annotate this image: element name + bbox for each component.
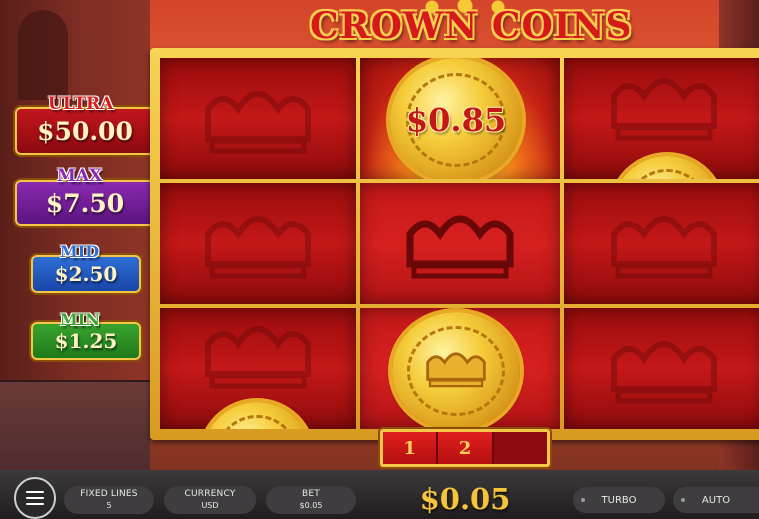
jackpot-ultra-label: ULTRA bbox=[48, 94, 114, 114]
fixed-lines-display: FIXED LINES 5 bbox=[64, 486, 154, 514]
jackpot-min-value: $1.25 bbox=[54, 329, 118, 353]
line-indicator-3 bbox=[491, 432, 547, 464]
game-title: CROWN COINS bbox=[310, 5, 633, 47]
turbo-label: TURBO bbox=[601, 494, 637, 506]
reel-cell-r3c3 bbox=[564, 308, 759, 429]
crown-icon bbox=[205, 215, 311, 278]
reel-cell-r2c2 bbox=[360, 183, 560, 304]
crown-icon bbox=[406, 215, 514, 278]
menu-button[interactable] bbox=[14, 477, 56, 519]
reel-cell-r1c2: $0.85 bbox=[360, 58, 560, 179]
reel-grid: $0.85 bbox=[160, 58, 759, 430]
auto-indicator-dot bbox=[681, 498, 685, 502]
total-bet-display: $0.05 bbox=[419, 482, 511, 516]
reel-cell-r1c1 bbox=[160, 58, 356, 179]
fixed-lines-label: FIXED LINES bbox=[80, 489, 138, 499]
crown-icon bbox=[205, 90, 311, 153]
fixed-lines-value: 5 bbox=[106, 501, 112, 510]
background-wall bbox=[0, 380, 150, 477]
hamburger-icon bbox=[26, 491, 44, 493]
jackpot-ultra: $50.00 bbox=[15, 107, 155, 155]
turbo-indicator-dot bbox=[581, 498, 585, 502]
reel-frame: $0.85 bbox=[150, 48, 759, 440]
jackpot-ultra-value: $50.00 bbox=[37, 116, 133, 146]
crown-icon bbox=[205, 326, 311, 389]
jackpot-max: $7.50 bbox=[15, 180, 155, 226]
bet-label: BET bbox=[302, 489, 320, 499]
bet-value: $0.05 bbox=[299, 501, 323, 510]
partial-coin-icon bbox=[202, 402, 312, 429]
auto-toggle[interactable]: AUTO bbox=[673, 487, 759, 513]
jackpot-mid-value: $2.50 bbox=[54, 262, 118, 286]
line-indicator: 1 2 bbox=[380, 429, 550, 467]
bet-button[interactable]: BET $0.05 bbox=[266, 486, 356, 514]
reel-cell-r3c1 bbox=[160, 308, 356, 429]
currency-button[interactable]: CURRENCY USD bbox=[164, 486, 256, 514]
reel-cell-r2c3 bbox=[564, 183, 759, 304]
jackpot-max-label: MAX bbox=[57, 166, 103, 186]
jackpot-max-value: $7.50 bbox=[45, 188, 125, 218]
auto-label: AUTO bbox=[701, 494, 731, 506]
coin-value: $0.85 bbox=[405, 101, 507, 139]
reel-cell-r1c3 bbox=[564, 58, 759, 179]
crown-icon bbox=[426, 352, 486, 388]
crown-icon bbox=[611, 78, 717, 141]
turbo-toggle[interactable]: TURBO bbox=[573, 487, 665, 513]
partial-coin-icon bbox=[612, 156, 722, 179]
line-indicator-1: 1 bbox=[383, 432, 437, 464]
currency-value: USD bbox=[201, 501, 219, 510]
crown-icon bbox=[611, 215, 717, 278]
coin-icon: $0.85 bbox=[390, 58, 522, 179]
jackpot-min-label: MIN bbox=[60, 310, 100, 329]
reel-cell-r3c2 bbox=[360, 308, 560, 429]
currency-label: CURRENCY bbox=[184, 489, 236, 499]
crown-icon bbox=[611, 340, 717, 403]
line-indicator-2: 2 bbox=[436, 432, 492, 464]
jackpot-mid-label: MID bbox=[60, 242, 100, 261]
reel-cell-r2c1 bbox=[160, 183, 356, 304]
coin-crown-icon bbox=[392, 312, 520, 429]
